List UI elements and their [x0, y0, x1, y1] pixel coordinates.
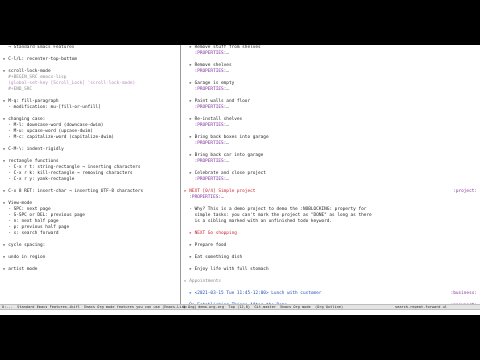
emacs-window: → Standard Emacs Features ▸ C-l/L: recent… — [0, 45, 480, 315]
left-line: (global-set-key [Scroll_Lock] 'scroll-lo… — [3, 81, 136, 86]
left-mode-line-text: U:--- Standard Emacs Features.ikifl Emac… — [2, 305, 197, 309]
right-line: ▸ Eat something dish — [184, 255, 243, 260]
left-line: #+END_SRC — [3, 87, 33, 92]
right-line: - Why? This is a demo project to demo th… — [184, 207, 367, 212]
left-line: - C-x r y: yank-rectangle — [3, 177, 75, 182]
right-line: simple tasks: you can't mark the project… — [184, 213, 372, 218]
left-line: ▸ artist mode — [3, 267, 38, 272]
right-line: ▸ Re-install shelves — [184, 117, 243, 122]
left-line: - M-c: capitalize-word (capitalize-dwim) — [3, 135, 115, 140]
left-line: ▸ scroll-lock-mode — [3, 69, 51, 74]
left-line: → Standard Emacs Features — [3, 45, 75, 50]
right-line: ▸ Celebrate and close project — [184, 171, 266, 176]
right-line: ▸ Bring back boxes into garage — [184, 135, 269, 140]
left-line: ▸ M-q: fill-paragraph — [3, 99, 59, 104]
right-line: ▸ Garage is empty — [184, 81, 235, 86]
minibuffer-status: search-repeat-forward ul — [395, 305, 447, 309]
right-line: :PROPERTIES:… — [184, 87, 229, 92]
right-line: ▸ Remove stuff from shelves — [184, 45, 261, 50]
org-tag: :project: — [453, 189, 477, 194]
left-line: ▸ C-l/L: recenter-top-bottom — [3, 57, 78, 62]
left-line: #+BEGIN_SRC emacs-lisp — [3, 75, 67, 80]
org-tag: :business: — [450, 291, 477, 296]
right-line: :PROPERTIES:… — [184, 69, 229, 74]
left-line: ▸ undo in region — [3, 255, 46, 260]
left-line: ▸ rectangle functions — [3, 159, 59, 164]
left-line: ▸ C-x 8 RET: insert-char → inserting UTF… — [3, 189, 144, 194]
left-line: - SPC: next page — [3, 207, 51, 212]
right-buffer-pane[interactable]: ▸ Remove stuff from shelves :PROPERTIES:… — [181, 45, 480, 304]
right-line: ▸ Bring back car into garage — [184, 153, 264, 158]
right-line: :PROPERTIES:… — [184, 105, 229, 110]
right-line: ▸ NEXT [0/4] Simple project — [184, 189, 256, 194]
right-line: :PROPERTIES:… — [184, 159, 229, 164]
right-line: :PROPERTIES:… — [184, 195, 224, 200]
right-line: ▸ Prepare food — [184, 243, 227, 248]
left-line: - C-x r k: kill-rectangle → removing cha… — [3, 171, 133, 176]
left-line: ▸ C-M-\: indent-rigidly — [3, 147, 64, 152]
minibuffer[interactable] — [0, 310, 480, 315]
right-line: :PROPERTIES:… — [184, 141, 229, 146]
left-line: - n: next half page — [3, 219, 59, 224]
left-line: - s: search forward — [3, 231, 59, 236]
left-line: - modification: mu-[fill-or-unfill] — [3, 105, 101, 110]
left-line: - p: previous half page — [3, 225, 70, 230]
left-line: - M-u: upcase-word (upcase-dwim) — [3, 129, 93, 134]
right-line: ▸ NEXT Go shopping — [184, 231, 237, 236]
left-line: ▸ cycle spacing: — [3, 243, 46, 248]
video-frame: → Standard Emacs Features ▸ C-l/L: recent… — [0, 0, 480, 360]
right-line: is a sibling marked with an unfinished t… — [184, 219, 333, 224]
right-line: :PROPERTIES:… — [184, 177, 229, 182]
left-line: - M-l: downcase-word (downcase-dwim) — [3, 123, 104, 128]
right-line: ▸ Remove shelves — [184, 63, 232, 68]
right-mode-line-text: U:--- demo-org.org Top (12,0) Git-master… — [183, 305, 344, 309]
left-buffer-pane[interactable]: → Standard Emacs Features ▸ C-l/L: recent… — [0, 45, 180, 304]
right-line: :PROPERTIES:… — [184, 123, 229, 128]
left-line: - C-x r t: string-rectangle → inserting … — [3, 165, 141, 170]
right-line: ▸ Enjoy life with full stomach — [184, 267, 269, 272]
right-line: ▸ <2021-03-15 Tue 11:45-12:00> Lunch wit… — [184, 291, 322, 296]
right-line: :PROPERTIES:… — [184, 51, 229, 56]
right-line: ▸ Appointments — [184, 279, 222, 284]
right-line: ▸ Paint walls and floor — [184, 99, 251, 104]
left-line: - S-SPC or DEL: previous page — [3, 213, 85, 218]
left-line: ▸ View-mode — [3, 201, 33, 206]
left-line: ▸ changing case: — [3, 117, 46, 122]
